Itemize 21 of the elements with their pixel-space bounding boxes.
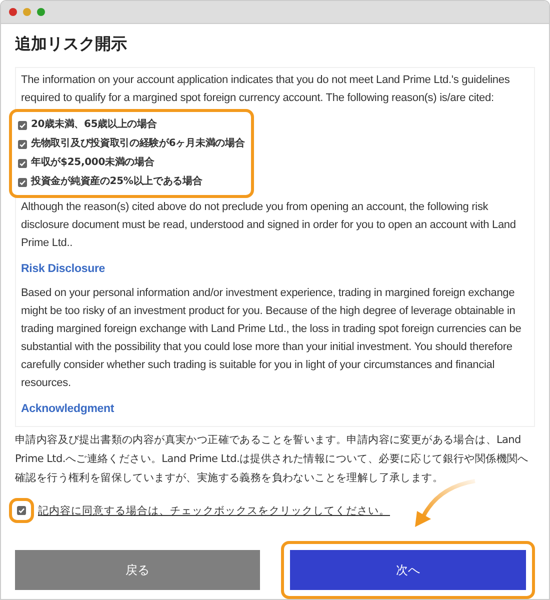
checkbox[interactable] — [18, 120, 27, 130]
intro-text: The information on your account application indicates that you do not meet Land Prime Ltd.'s guidelines required to qualify for a margined spot foreign currency account. The following reason(s) is/are cited: — [21, 73, 511, 106]
back-button[interactable]: 戻る — [15, 550, 260, 590]
reason-label: 投資金が純資産の25%以上である場合 — [31, 174, 202, 189]
maximize-button[interactable] — [37, 8, 45, 16]
close-button[interactable] — [9, 8, 17, 16]
section-heading: Risk Disclosure — [21, 262, 106, 277]
checkbox[interactable] — [18, 178, 27, 186]
reason-label: 先物取引及び投資取引の経験が6ヶ月未満の場合 — [31, 136, 245, 151]
checkbox[interactable] — [18, 158, 27, 168]
page-title: 追加リスク開示 — [15, 34, 128, 55]
next-button[interactable]: 次へ — [290, 550, 526, 590]
checkbox[interactable] — [18, 140, 27, 148]
reason-label: 20歳未満、65歳以上の場合 — [31, 118, 157, 132]
notice-text: Although the reason(s) cited above do not preclude you from opening an account, the following risk disclosure document must be read, understood and signed in order for you to open an account with Land Prime Ltd.. — [21, 200, 517, 251]
declaration-text: 申請内容及び提出書類の内容が真実かつ正確であることを誓います。申請内容に変更がある場合は、Land Prime Ltd.へご連絡ください。Land Prime Ltd.は提供された情報について、必要に応じて銀行や関係機関へ確認を行う権利を留保していますが、実施する義務を負わないことを理解し了承します。 — [15, 433, 530, 486]
section-heading: Acknowledgment — [21, 402, 116, 417]
agree-label: 記内容に同意する場合は、チェックボックスをクリックしてください。 — [38, 504, 390, 518]
checkbox[interactable] — [17, 506, 26, 515]
section-text: Based on your personal information and/or investment experience, trading in margined foreign exchange might be too risky of an investment product for you. Because of the high degree of leverage obtainable in trading margined foreign exchange with Land Prime Ltd., the loss in trading spot foreign currencies can be substantial with the possibility that you could lose more than your initial investment. You should therefore carefully consider whether such trading is suitable for you in light of your circumstances and financial resources. — [21, 286, 522, 391]
reason-label: 年収が$25,000未満の場合 — [31, 156, 154, 170]
